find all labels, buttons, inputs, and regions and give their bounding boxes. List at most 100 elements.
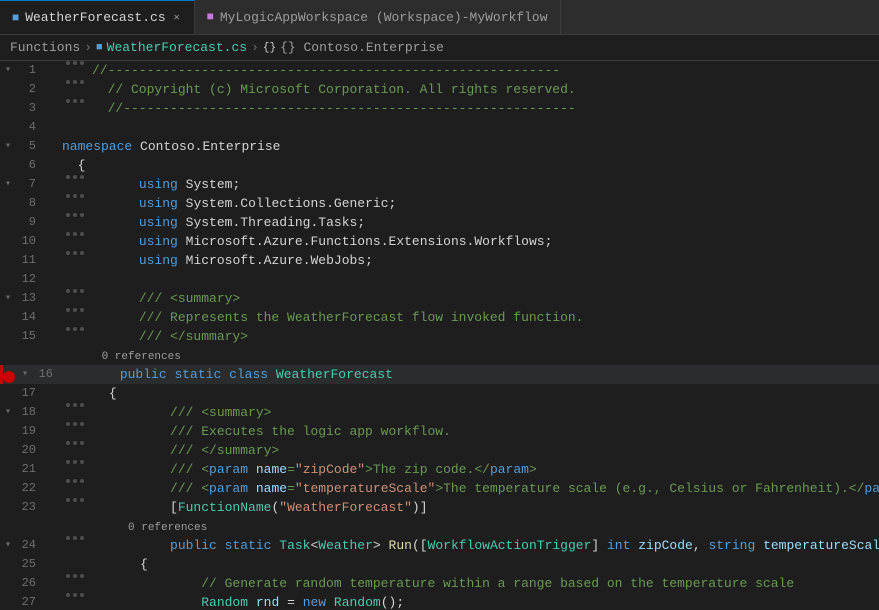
code-area[interactable]: ▾ 1 //----------------------------------…: [0, 61, 879, 610]
fold-icon[interactable]: ▾: [0, 175, 16, 194]
breakpoint-dot[interactable]: [3, 371, 15, 383]
line-number: 15: [16, 327, 46, 346]
line-content: /// </summary>: [90, 441, 879, 460]
dots-group: [60, 232, 90, 236]
line-content: /// <param name="temperatureScale">The t…: [90, 479, 879, 498]
breadcrumb-fn-icon: {}: [263, 42, 276, 54]
dots-group: [60, 460, 90, 464]
line-number: 11: [16, 251, 46, 270]
tab-label: WeatherForecast.cs: [25, 10, 165, 25]
ref-count-line-2: 23 0 references: [0, 517, 879, 536]
breadcrumb-cs-icon: ■: [96, 42, 103, 54]
breadcrumb-file[interactable]: WeatherForecast.cs: [107, 40, 247, 55]
line-content: /// Executes the logic app workflow.: [90, 422, 879, 441]
line-number: 13: [16, 289, 46, 308]
dots-group: [60, 422, 90, 426]
dots-group: [60, 327, 90, 331]
tab-label: MyLogicAppWorkspace (Workspace)-MyWorkfl…: [220, 10, 548, 25]
line-number: 6: [16, 156, 46, 175]
line-content: {: [60, 384, 879, 403]
cs-file-icon: ■: [12, 11, 19, 25]
breadcrumb-functions[interactable]: Functions: [10, 40, 80, 55]
line-number: 19: [16, 422, 46, 441]
tab-bar: ■ WeatherForecast.cs ✕ ■ MyLogicAppWorks…: [0, 0, 879, 35]
line-content: //--------------------------------------…: [90, 61, 879, 80]
code-line: 10 using Microsoft.Azure.Functions.Exten…: [0, 232, 879, 251]
line-number: 8: [16, 194, 46, 213]
line-number: 27: [16, 593, 46, 610]
line-number: 24: [16, 536, 46, 555]
breadcrumb: Functions › ■ WeatherForecast.cs › {} {}…: [0, 35, 879, 61]
code-line: 19 /// Executes the logic app workflow.: [0, 422, 879, 441]
line-number: 26: [16, 574, 46, 593]
code-line: 25 {: [0, 555, 879, 574]
line-content: using Microsoft.Azure.Functions.Extensio…: [90, 232, 879, 251]
fold-icon[interactable]: ▾: [0, 137, 16, 156]
line-number: 2: [16, 80, 46, 99]
line-content: using System.Threading.Tasks;: [90, 213, 879, 232]
code-line: 27 Random rnd = new Random();: [0, 593, 879, 610]
fold-icon[interactable]: ▾: [17, 365, 33, 384]
code-line: 23 [FunctionName("WeatherForecast")]: [0, 498, 879, 517]
dots-group: [60, 80, 90, 84]
line-number: 21: [16, 460, 46, 479]
code-line-16: ▾ 16 public static class WeatherForecast: [0, 365, 879, 384]
code-line: 3 //------------------------------------…: [0, 99, 879, 118]
dots-group: [60, 403, 90, 407]
line-content: public static class WeatherForecast: [71, 365, 879, 384]
line-content: /// <param name="zipCode">The zip code.<…: [90, 460, 879, 479]
line-content: /// Represents the WeatherForecast flow …: [90, 308, 879, 327]
line-content: Random rnd = new Random();: [90, 593, 879, 610]
line-number: 17: [16, 384, 46, 403]
line-number: 12: [16, 270, 46, 289]
line-number: 1: [16, 61, 46, 80]
code-line: 20 /// </summary>: [0, 441, 879, 460]
dots-group: [60, 441, 90, 445]
fold-icon[interactable]: ▾: [0, 289, 16, 308]
logic-app-icon: ■: [207, 10, 214, 24]
fold-icon[interactable]: ▾: [0, 61, 16, 80]
dots-group: [60, 213, 90, 217]
dots-group: [60, 251, 90, 255]
tab-weatherforecast[interactable]: ■ WeatherForecast.cs ✕: [0, 0, 195, 34]
tab-myworkflow[interactable]: ■ MyLogicAppWorkspace (Workspace)-MyWork…: [195, 0, 561, 34]
code-line: 22 /// <param name="temperatureScale">Th…: [0, 479, 879, 498]
breadcrumb-namespace[interactable]: {} Contoso.Enterprise: [280, 40, 444, 55]
dots-group: [60, 536, 90, 540]
dots-group: [60, 175, 90, 179]
line-content: 0 references: [60, 346, 879, 367]
fold-icon[interactable]: ▾: [0, 403, 16, 422]
line-number: 9: [16, 213, 46, 232]
code-line: ▾ 24 public static Task<Weather> Run([Wo…: [0, 536, 879, 555]
line-content: using Microsoft.Azure.WebJobs;: [90, 251, 879, 270]
dots-group: [60, 289, 90, 293]
line-content: 0 references: [60, 517, 879, 538]
code-line: 12: [0, 270, 879, 289]
line-content: // Generate random temperature within a …: [90, 574, 879, 593]
code-line: 8 using System.Collections.Generic;: [0, 194, 879, 213]
code-line: 17 {: [0, 384, 879, 403]
line-number: 23: [16, 498, 46, 517]
line-number: 25: [16, 555, 46, 574]
line-content: /// <summary>: [90, 403, 879, 422]
ref-count-line-1: 15 0 references: [0, 346, 879, 365]
code-line: 21 /// <param name="zipCode">The zip cod…: [0, 460, 879, 479]
line-content: // Copyright (c) Microsoft Corporation. …: [90, 80, 879, 99]
tab-close-icon[interactable]: ✕: [172, 10, 182, 26]
line-number: 23: [16, 517, 46, 536]
line-number: 4: [16, 118, 46, 137]
breadcrumb-sep-1: ›: [84, 40, 92, 55]
dots-group: [60, 498, 90, 502]
fold-icon[interactable]: ▾: [0, 536, 16, 555]
line-number: 14: [16, 308, 46, 327]
line-number: 10: [16, 232, 46, 251]
line-content: namespace Contoso.Enterprise: [60, 137, 879, 156]
code-line: ▾ 5 namespace Contoso.Enterprise: [0, 137, 879, 156]
line-number: 7: [16, 175, 46, 194]
line-number: 18: [16, 403, 46, 422]
code-line: ▾ 7 using System;: [0, 175, 879, 194]
code-line: 6 {: [0, 156, 879, 175]
line-number: 15: [16, 346, 46, 365]
line-content: //--------------------------------------…: [90, 99, 879, 118]
line-number: 5: [16, 137, 46, 156]
